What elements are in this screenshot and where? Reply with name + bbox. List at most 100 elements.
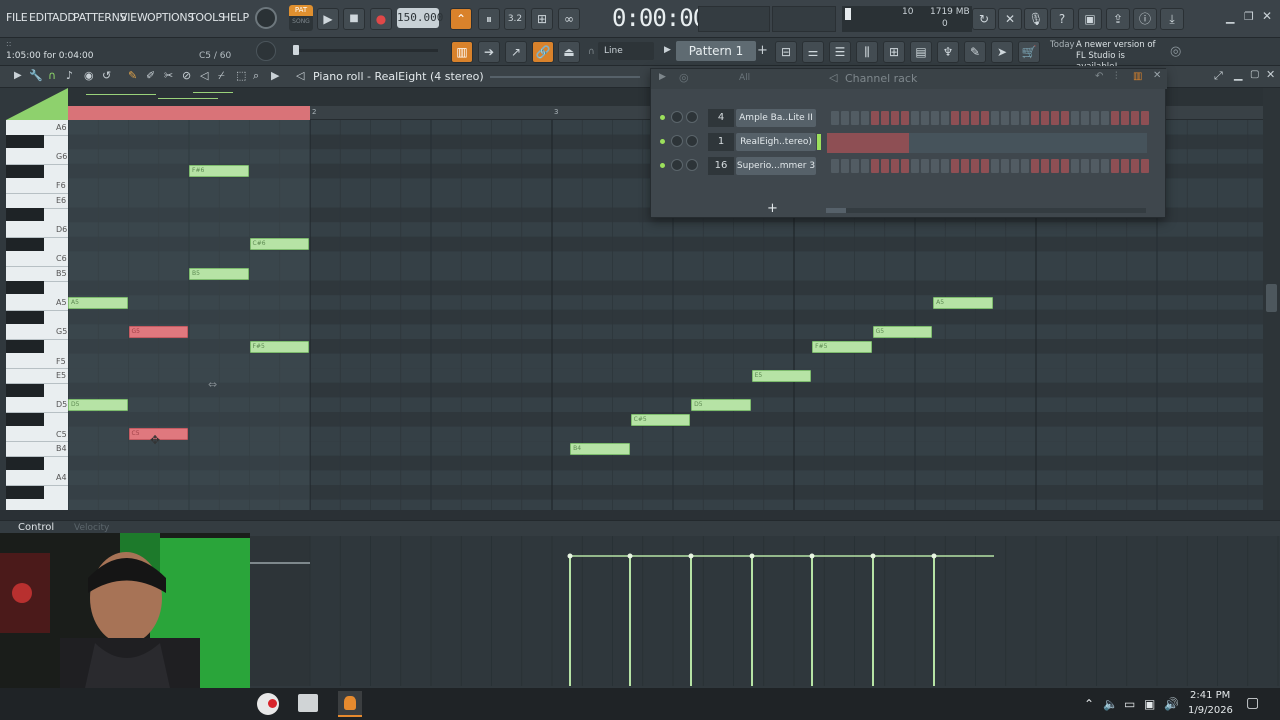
tools-icon[interactable]: 🔧 (29, 69, 43, 82)
channel-pan-knob[interactable] (671, 135, 683, 147)
step-button[interactable] (871, 111, 879, 125)
step-button[interactable] (1141, 111, 1149, 125)
globe-icon[interactable]: ◎ (1170, 44, 1181, 59)
step-button[interactable] (891, 111, 899, 125)
step-button[interactable] (1071, 111, 1079, 125)
battery-tray-icon[interactable]: ▭ (1124, 697, 1135, 711)
black-key[interactable] (6, 281, 44, 295)
step-button[interactable] (1131, 111, 1139, 125)
black-key[interactable] (6, 485, 44, 499)
channel-mixer-track[interactable]: 4 (708, 109, 734, 127)
step-button[interactable] (931, 159, 939, 173)
channel-mixer-track[interactable]: 16 (708, 157, 734, 175)
master-pitch-slider[interactable] (293, 49, 438, 52)
step-button[interactable] (891, 159, 899, 173)
pitch-knob[interactable] (256, 41, 276, 61)
step-button[interactable] (871, 159, 879, 173)
step-button[interactable] (1131, 159, 1139, 173)
step-button[interactable] (901, 111, 909, 125)
menu-options[interactable]: OPTIONS (147, 11, 194, 24)
tempo-display[interactable]: 150.000 (397, 8, 443, 28)
step-button[interactable] (961, 111, 969, 125)
channel-pan-knob[interactable] (671, 111, 683, 123)
pr-close-icon[interactable]: ✕ (1266, 68, 1275, 81)
song-time-display[interactable]: 0:00:00 (612, 4, 707, 32)
step-button[interactable] (1061, 159, 1069, 173)
loop-region[interactable] (68, 106, 310, 120)
black-key[interactable] (6, 339, 44, 353)
slip-tool-icon[interactable]: ◁ (200, 69, 208, 82)
black-key[interactable] (6, 310, 44, 324)
step-button[interactable] (1121, 111, 1129, 125)
rack-scrollbar[interactable] (826, 208, 1146, 213)
channel-rack-titlebar[interactable]: ▶ ◎ All ◁ Channel rack ↶ ⫶ ▥ ✕ (651, 69, 1167, 89)
step-button[interactable] (841, 111, 849, 125)
step-button[interactable] (941, 159, 949, 173)
note-block[interactable]: G5 (128, 325, 188, 338)
note-block[interactable]: F#5 (812, 340, 872, 353)
step-button[interactable] (861, 111, 869, 125)
note-block[interactable]: A5 (68, 296, 128, 309)
channel-name-button[interactable]: Ample Ba..Lite II (736, 109, 816, 127)
step-button[interactable] (981, 159, 989, 173)
channel-mute-led[interactable] (660, 163, 665, 168)
magnet-snap-icon[interactable]: ∩ (48, 69, 56, 82)
step-button[interactable] (1091, 159, 1099, 173)
pattern-prev-icon[interactable]: ▶ (664, 45, 671, 55)
options-arrow-icon[interactable]: ▶ (14, 70, 22, 81)
step-button[interactable] (861, 159, 869, 173)
file-explorer-icon[interactable] (298, 694, 318, 712)
channel-select-indicator[interactable] (817, 134, 821, 150)
loop-record-icon[interactable]: ∞ (558, 8, 580, 30)
restore-icon[interactable]: ❐ (1244, 10, 1254, 23)
step-button[interactable] (911, 111, 919, 125)
step-button[interactable] (831, 111, 839, 125)
draw-tool-icon[interactable]: ↗ (505, 41, 527, 63)
play-note-icon[interactable]: ♪ (66, 69, 73, 82)
control-label[interactable]: Control (18, 522, 54, 533)
note-block[interactable]: F#5 (249, 340, 309, 353)
plugin-picker-icon[interactable]: ♆ (937, 41, 959, 63)
menu-edit[interactable]: EDIT (29, 11, 53, 24)
speaker-tray-icon[interactable]: 🔈 (1103, 697, 1118, 711)
target-icon[interactable]: ◉ (84, 69, 94, 82)
step-button[interactable] (941, 111, 949, 125)
piano-keyboard[interactable]: A6 G6 F6 E6 D6 C6 B5 A5 G5 F5 E5 D5 C5 B4 A4 (6, 120, 68, 516)
step-button[interactable] (851, 159, 859, 173)
scroll-thumb[interactable] (1266, 284, 1277, 312)
step-button[interactable] (991, 111, 999, 125)
rack-undo-icon[interactable]: ↶ (1095, 71, 1103, 82)
step-button[interactable] (921, 159, 929, 173)
info-icon[interactable]: ⓘ (1133, 8, 1157, 30)
step-button[interactable] (1101, 159, 1109, 173)
menu-tools[interactable]: TOOLS (189, 11, 225, 24)
channel-mixer-track[interactable]: 1 (708, 133, 734, 151)
step-button[interactable] (961, 159, 969, 173)
piano-roll-view-icon[interactable]: ⚌ (802, 41, 824, 63)
note-block[interactable]: E5 (751, 369, 812, 382)
record-button[interactable]: ● (370, 8, 392, 30)
microphone-icon[interactable]: 🎙 (1024, 8, 1048, 30)
step-button[interactable] (991, 159, 999, 173)
piano-roll-icon[interactable]: ▥ (451, 41, 473, 63)
rack-graph-icon[interactable]: ⫶ (1115, 71, 1118, 82)
add-channel-button[interactable]: + (767, 201, 778, 216)
plugin-database-icon[interactable]: ▤ (910, 41, 932, 63)
step-button[interactable] (851, 111, 859, 125)
black-key[interactable] (6, 456, 44, 470)
step-button[interactable] (1121, 159, 1129, 173)
detach-icon[interactable]: ⤢ (1214, 69, 1223, 83)
note-block[interactable]: A5 (933, 296, 993, 309)
step-button[interactable] (921, 111, 929, 125)
metronome-icon[interactable]: ⌃ (450, 8, 472, 30)
step-button[interactable] (1081, 159, 1089, 173)
step-button[interactable] (881, 159, 889, 173)
step-button[interactable] (931, 111, 939, 125)
pat-song-toggle[interactable]: PAT SONG (289, 5, 313, 31)
note-block[interactable]: B4 (570, 442, 630, 455)
mixer-icon[interactable]: ✕ (998, 8, 1022, 30)
step-button[interactable] (951, 159, 959, 173)
step-button[interactable] (1011, 111, 1019, 125)
step-button[interactable] (1031, 111, 1039, 125)
step-button[interactable] (831, 159, 839, 173)
